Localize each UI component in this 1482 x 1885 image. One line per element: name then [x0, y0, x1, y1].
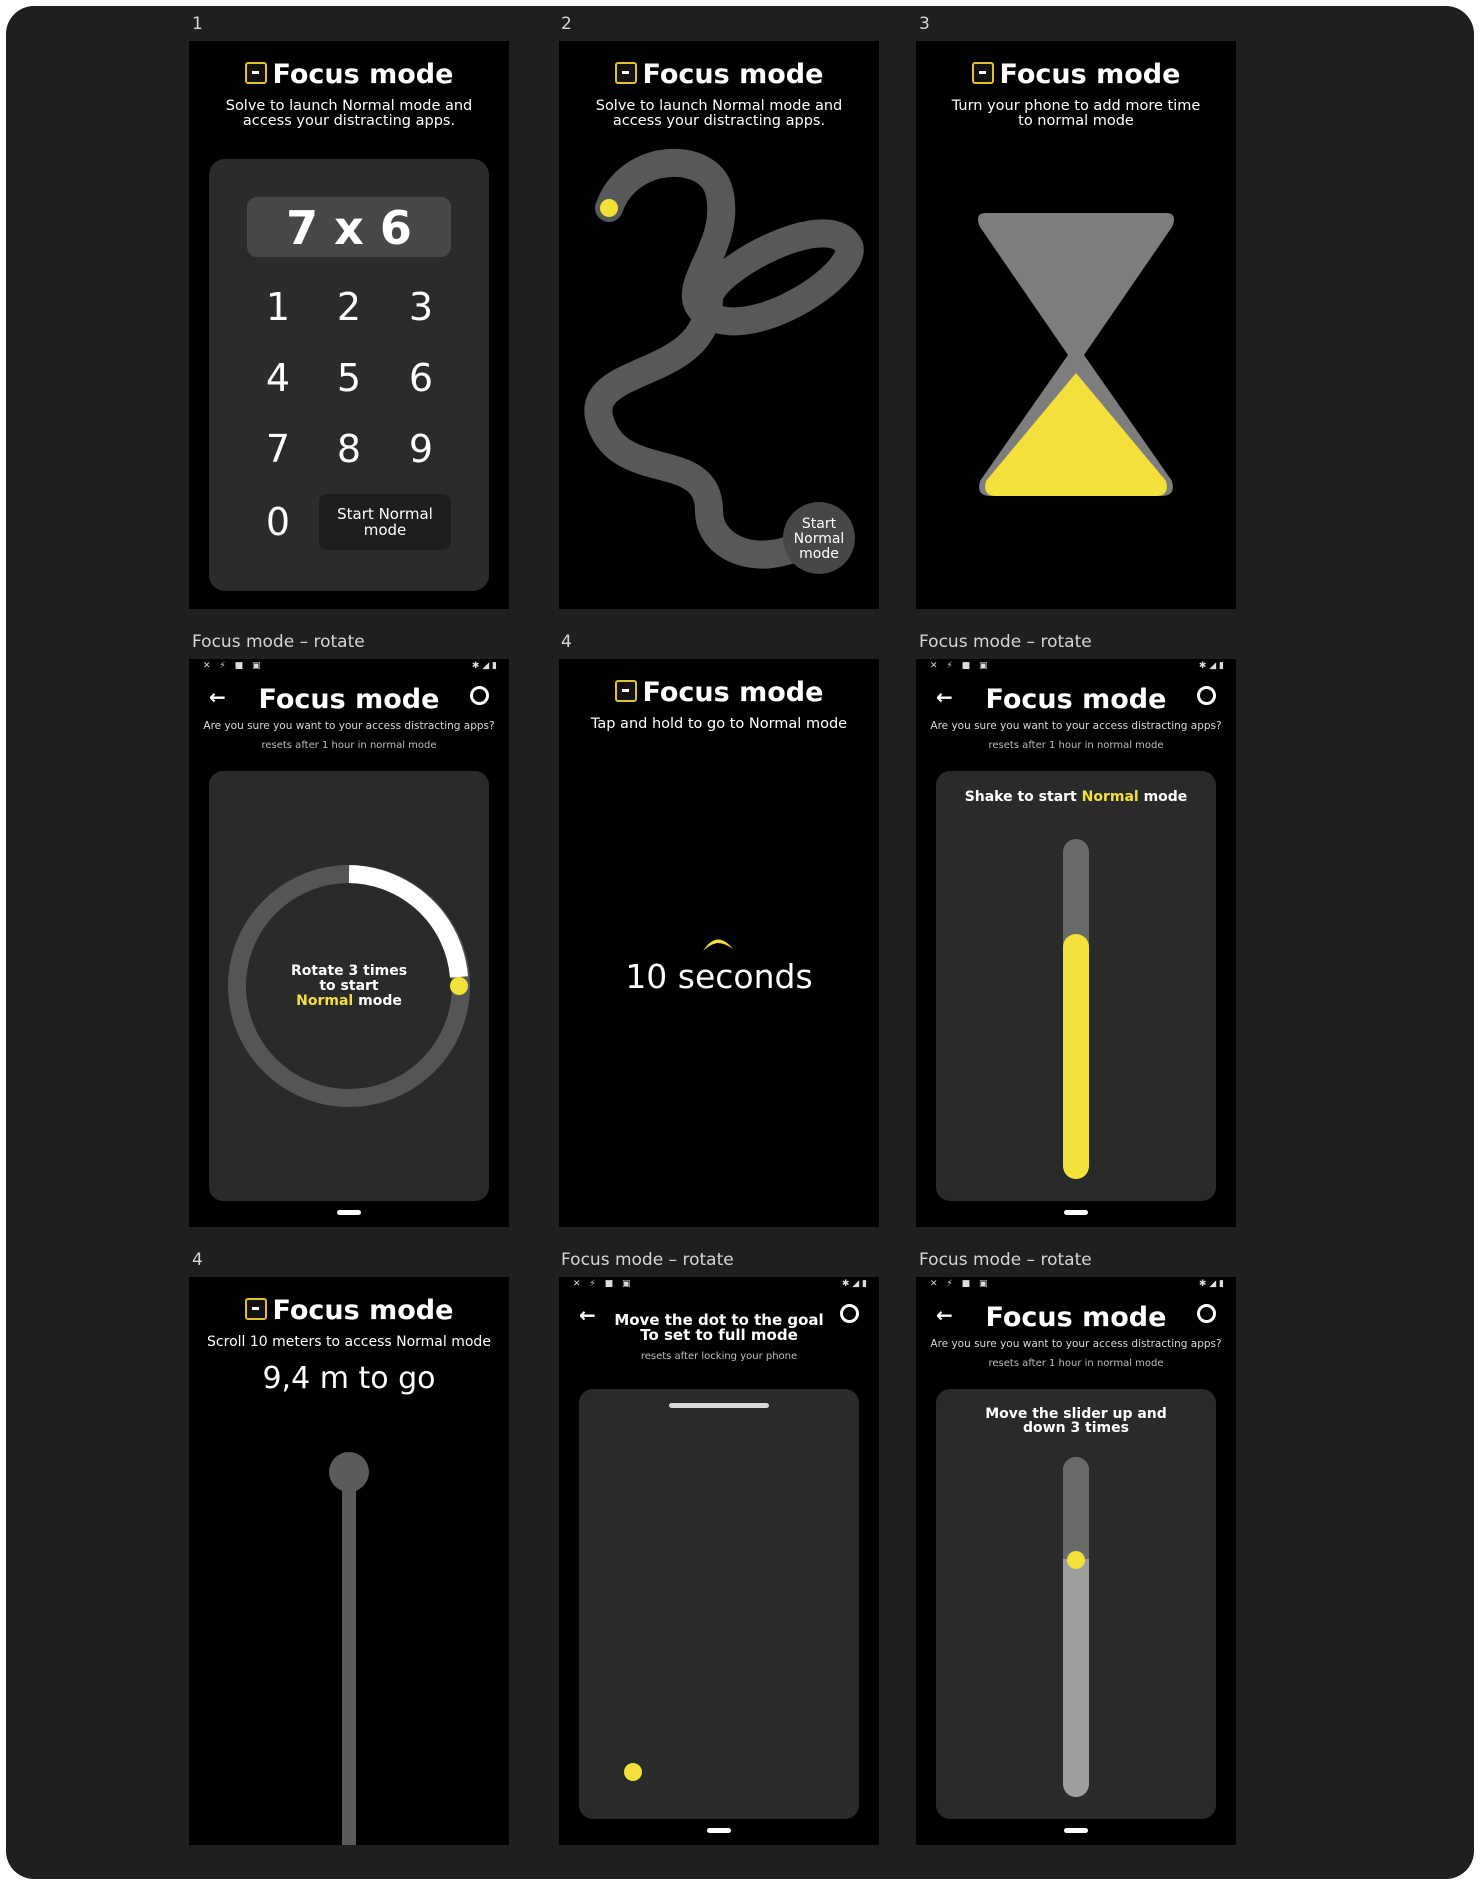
key-5[interactable]: 5 [324, 353, 374, 403]
frame-caption: 3 [919, 14, 930, 34]
frame-caption: 4 [561, 632, 572, 652]
rotate-card: Rotate 3 times to start Normal mode [209, 771, 489, 1201]
goal-bar [669, 1403, 769, 1408]
screen-rotate: ✕ ⚡ ■ ▣ ✱ ◢ ▮ ← Focus mode Are you sure y… [189, 659, 509, 1227]
page-title: Focus mode [189, 59, 509, 90]
frame-caption: 4 [192, 1250, 203, 1270]
slider-card: Move the slider up and down 3 times [936, 1389, 1216, 1819]
home-indicator[interactable] [337, 1210, 361, 1215]
screen-shake: ✕ ⚡ ■ ▣ ✱ ◢ ▮ ← Focus mode Are you sure y… [916, 659, 1236, 1227]
reset-note: resets after 1 hour in normal mode [988, 1358, 1164, 1369]
screen-scroll: Focus mode Scroll 10 meters to access No… [189, 1277, 509, 1845]
screen-tap-hold: Focus mode Tap and hold to go to Normal … [559, 659, 879, 1227]
hourglass-icon [978, 213, 1174, 496]
shake-card: Shake to start Normal mode [936, 771, 1216, 1201]
goal-label: Start Normal mode [793, 516, 845, 562]
scroll-track [342, 1467, 356, 1845]
focus-mode-logo-icon [244, 1297, 267, 1320]
screen-maze-path: Focus mode Solve to launch Normal mode a… [559, 41, 879, 609]
shake-instruction: Shake to start Normal mode [964, 789, 1188, 805]
draggable-dot[interactable] [600, 199, 618, 217]
rotate-dot[interactable] [450, 977, 468, 995]
equation-display: 7 x 6 [247, 197, 451, 257]
settings-gear-icon[interactable] [1197, 1304, 1216, 1323]
back-arrow-icon[interactable]: ← [579, 1303, 596, 1327]
home-indicator[interactable] [707, 1828, 731, 1833]
page-title: Focus mode [985, 684, 1167, 715]
slider-instruction: Move the slider up and down 3 times [985, 1406, 1167, 1436]
frame-caption: Focus mode – rotate [919, 1250, 1092, 1270]
slider-thumb[interactable] [1067, 1551, 1085, 1569]
subtitle: Scroll 10 meters to access Normal mode [207, 1334, 491, 1350]
settings-gear-icon[interactable] [840, 1304, 859, 1323]
hourglass-sand [985, 373, 1167, 496]
frame-caption: Focus mode – rotate [192, 632, 365, 652]
subtitle: Solve to launch Normal mode and access y… [225, 98, 473, 129]
frame-caption: 1 [192, 14, 203, 34]
shake-meter-fill [1063, 934, 1089, 1179]
confirm-question: Are you sure you want to your access dis… [930, 720, 1222, 732]
maze-track [584, 148, 864, 569]
screen-move-dot: ✕ ⚡ ■ ▣ ✱ ◢ ▮ ← Move the dot to the goal … [559, 1277, 879, 1845]
screen-hourglass: Focus mode Turn your phone to add more t… [916, 41, 1236, 609]
page-title: Focus mode [559, 677, 879, 708]
screen-slider: ✕ ⚡ ■ ▣ ✱ ◢ ▮ ← Focus mode Are you sure y… [916, 1277, 1236, 1845]
canvas-board: 1 Focus mode Solve to launch Normal mode… [6, 6, 1474, 1879]
reset-note: resets after 1 hour in normal mode [261, 740, 437, 751]
frame-caption: Focus mode – rotate [561, 1250, 734, 1270]
loading-spinner-icon [703, 939, 733, 951]
rotate-instruction: Rotate 3 times to start Normal mode [290, 963, 408, 1009]
confirm-question: Are you sure you want to your access dis… [930, 1338, 1222, 1350]
shake-meter-track [1063, 839, 1089, 1179]
key-0[interactable]: 0 [253, 497, 303, 547]
status-bar: ✕ ⚡ ■ ▣ ✱ ◢ ▮ [930, 661, 1224, 671]
ring-progress [348, 865, 468, 978]
key-7[interactable]: 7 [253, 424, 303, 474]
confirm-question: Are you sure you want to your access dis… [203, 720, 495, 732]
screen-math-puzzle: Focus mode Solve to launch Normal mode a… [189, 41, 509, 609]
start-normal-mode-button[interactable]: Start Normal mode [319, 494, 451, 550]
status-bar: ✕ ⚡ ■ ▣ ✱ ◢ ▮ [573, 1279, 867, 1289]
frame-caption: Focus mode – rotate [919, 632, 1092, 652]
key-6[interactable]: 6 [396, 353, 446, 403]
home-indicator[interactable] [1064, 1210, 1088, 1215]
focus-mode-logo-icon [614, 679, 637, 702]
status-bar: ✕ ⚡ ■ ▣ ✱ ◢ ▮ [930, 1279, 1224, 1289]
key-4[interactable]: 4 [253, 353, 303, 403]
settings-gear-icon[interactable] [1197, 686, 1216, 705]
countdown-text[interactable]: 10 seconds [559, 957, 879, 996]
key-9[interactable]: 9 [396, 424, 446, 474]
reset-note: resets after locking your phone [640, 1351, 798, 1362]
key-3[interactable]: 3 [396, 282, 446, 332]
page-title: Focus mode [189, 1295, 509, 1326]
settings-gear-icon[interactable] [470, 686, 489, 705]
key-1[interactable]: 1 [253, 282, 303, 332]
frame-caption: 2 [561, 14, 572, 34]
keypad-card: 7 x 6 1 2 3 4 5 6 7 8 9 0 Start Normal m… [209, 159, 489, 591]
distance-remaining: 9,4 m to go [262, 1361, 436, 1396]
slider-upper-segment [1063, 1457, 1089, 1559]
subtitle: Tap and hold to go to Normal mode [590, 716, 848, 732]
page-title: Focus mode [258, 684, 440, 715]
page-title: Focus mode [985, 1302, 1167, 1333]
slider-track [1063, 1457, 1089, 1797]
key-8[interactable]: 8 [324, 424, 374, 474]
reset-note: resets after 1 hour in normal mode [988, 740, 1164, 751]
draggable-dot[interactable] [624, 1763, 642, 1781]
home-indicator[interactable] [1064, 1828, 1088, 1833]
status-bar: ✕ ⚡ ■ ▣ ✱ ◢ ▮ [203, 661, 497, 671]
move-dot-card [579, 1389, 859, 1819]
focus-mode-logo-icon [244, 61, 267, 84]
key-2[interactable]: 2 [324, 282, 374, 332]
scroll-handle[interactable] [329, 1452, 369, 1492]
page-title: Move the dot to the goal To set to full … [614, 1311, 824, 1344]
